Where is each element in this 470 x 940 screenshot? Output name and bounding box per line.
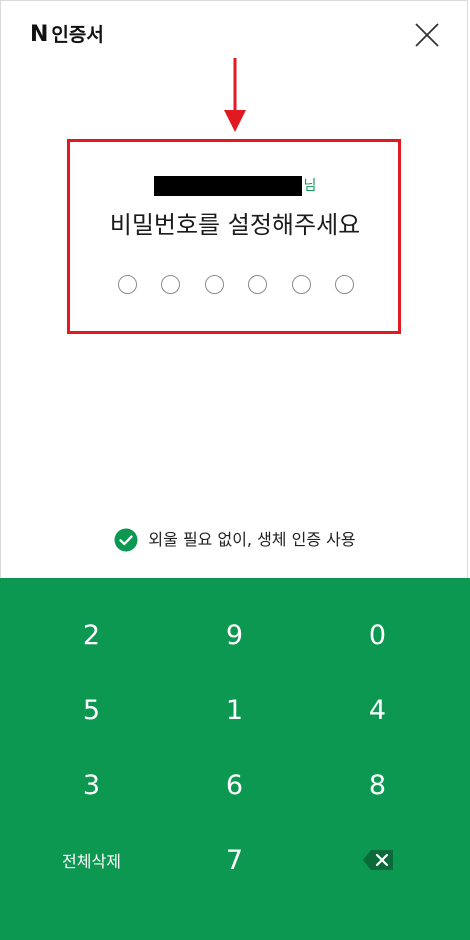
- biometric-option[interactable]: 외울 필요 없이, 생체 인증 사용: [0, 526, 470, 554]
- number-keypad: 2 9 0 5 1 4 3 6 8 전체삭제 7: [0, 578, 470, 940]
- pin-dot: [291, 275, 311, 294]
- password-prompt: 비밀번호를 설정해주세요: [109, 211, 361, 239]
- close-button[interactable]: [412, 20, 442, 50]
- app-title: 인증서: [51, 24, 104, 46]
- user-name-suffix: 님: [303, 178, 317, 194]
- key-2[interactable]: 2: [20, 599, 163, 671]
- key-6[interactable]: 6: [163, 749, 306, 821]
- pin-dot: [334, 275, 354, 294]
- pin-indicator: [118, 275, 354, 299]
- key-7[interactable]: 7: [163, 824, 306, 896]
- key-5[interactable]: 5: [20, 674, 163, 746]
- delete-button[interactable]: [306, 824, 449, 896]
- brand: N 인증서: [30, 22, 104, 48]
- annotation-arrow-icon: [224, 58, 246, 132]
- key-8[interactable]: 8: [306, 749, 449, 821]
- key-9[interactable]: 9: [163, 599, 306, 671]
- pin-dot: [118, 275, 137, 294]
- check-circle-icon: [114, 528, 138, 552]
- key-4[interactable]: 4: [306, 674, 449, 746]
- key-3[interactable]: 3: [20, 749, 163, 821]
- key-1[interactable]: 1: [163, 674, 306, 746]
- redacted-user-name: [153, 176, 302, 196]
- key-0[interactable]: 0: [306, 599, 449, 671]
- user-name-line: 님: [0, 175, 470, 197]
- pin-dot: [248, 275, 268, 294]
- close-icon: [415, 23, 439, 47]
- clear-all-button[interactable]: 전체삭제: [20, 824, 163, 896]
- biometric-label: 외울 필요 없이, 생체 인증 사용: [148, 530, 356, 549]
- backspace-icon: [362, 850, 393, 870]
- naver-logo: N: [30, 22, 49, 47]
- pin-dot: [161, 275, 181, 294]
- pin-dot: [204, 275, 224, 294]
